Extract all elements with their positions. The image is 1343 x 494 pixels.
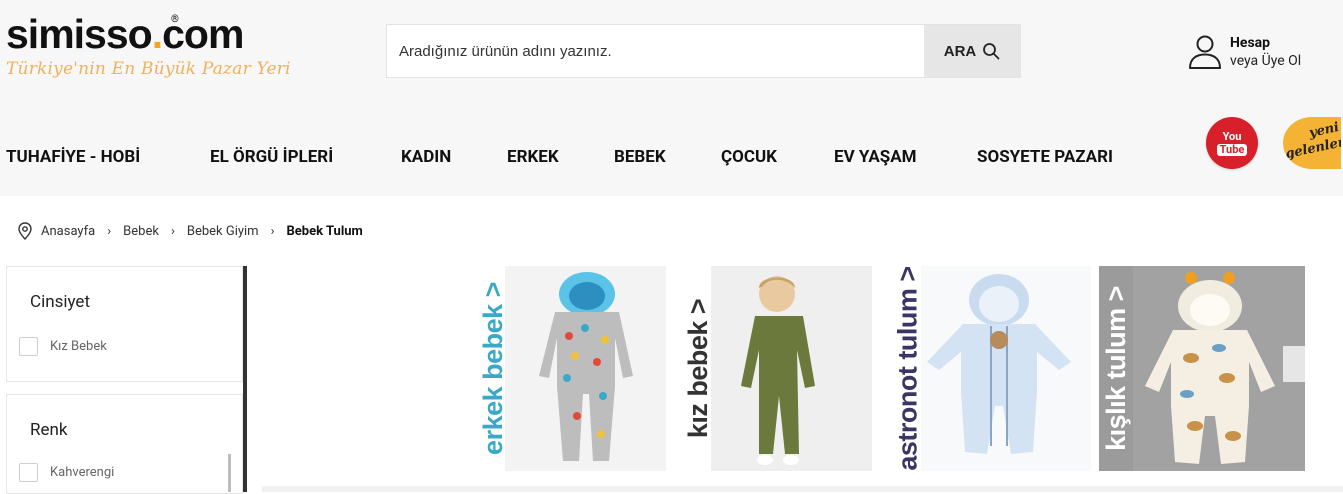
logo-wordmark: simisso.com bbox=[6, 11, 244, 57]
banner-label: erkek bebek > bbox=[478, 282, 508, 455]
filter-color: Renk Kahverengi bbox=[6, 394, 243, 494]
filter-gender: Cinsiyet Kız Bebek bbox=[6, 266, 243, 382]
breadcrumb-anasayfa[interactable]: Anasayfa bbox=[41, 224, 95, 239]
nav-item-tuhafiye-hobi[interactable]: TUHAFİYE - HOBİ bbox=[6, 146, 210, 168]
site-logo[interactable]: simisso.com ® Türkiye'nin En Büyük Pazar… bbox=[6, 12, 291, 79]
breadcrumb: Anasayfa › Bebek › Bebek Giyim › Bebek T… bbox=[18, 222, 363, 240]
banner-erkek-bebek[interactable]: erkek bebek > bbox=[478, 266, 666, 471]
nav-item-erkek[interactable]: ERKEK bbox=[507, 146, 614, 168]
baby-jumpsuit-image bbox=[505, 266, 666, 471]
filter-option-kahverengi[interactable]: Kahverengi bbox=[19, 463, 114, 482]
header: simisso.com ® Türkiye'nin En Büyük Pazar… bbox=[0, 0, 1343, 196]
account-title: Hesap bbox=[1230, 35, 1271, 51]
nav-item-el-orgu-ipleri[interactable]: EL ÖRGÜ İPLERİ bbox=[210, 146, 401, 168]
baby-jumpsuit-image bbox=[1133, 266, 1305, 471]
search-button[interactable]: ARA bbox=[924, 25, 1020, 77]
banner-astronot-tulum[interactable]: astronot tulum > bbox=[893, 266, 1091, 471]
breadcrumb-current: Bebek Tulum bbox=[286, 223, 363, 239]
banner-kiz-bebek[interactable]: kız bebek > bbox=[684, 266, 872, 471]
youtube-text-tube: Tube bbox=[1216, 143, 1248, 156]
search-input[interactable] bbox=[387, 25, 925, 77]
sidebar-scrollbar[interactable] bbox=[243, 266, 247, 492]
checkbox[interactable] bbox=[19, 463, 38, 482]
nav-item-kadin[interactable]: KADIN bbox=[401, 146, 507, 168]
search-button-label: ARA bbox=[943, 42, 977, 60]
banner-label: kız bebek > bbox=[684, 298, 714, 439]
nav-item-cocuk[interactable]: ÇOCUK bbox=[721, 146, 834, 168]
breadcrumb-separator: › bbox=[107, 223, 112, 239]
youtube-text-you: You bbox=[1222, 129, 1242, 143]
breadcrumb-bebek[interactable]: Bebek bbox=[123, 224, 159, 239]
banner-label: astronot tulum > bbox=[893, 266, 923, 471]
checkbox[interactable] bbox=[19, 337, 38, 356]
breadcrumb-separator: › bbox=[170, 223, 175, 239]
register-link[interactable]: veya Üye Ol bbox=[1230, 52, 1301, 70]
filter-title-gender: Cinsiyet bbox=[30, 292, 91, 312]
baby-jumpsuit-image bbox=[921, 266, 1091, 471]
yeni-gelenler-badge[interactable]: yeni gelenler bbox=[1283, 117, 1341, 169]
search-icon bbox=[983, 43, 1000, 60]
filter-option-label: Kız Bebek bbox=[50, 339, 107, 354]
baby-jumpsuit-image bbox=[711, 266, 872, 471]
account-link[interactable]: Hesap veya Üye Ol bbox=[1188, 34, 1301, 70]
breadcrumb-bebek-giyim[interactable]: Bebek Giyim bbox=[187, 224, 259, 239]
banner-label: kışlık tulum > bbox=[1100, 286, 1131, 451]
filter-option-kiz-bebek[interactable]: Kız Bebek bbox=[19, 337, 107, 356]
filter-option-label: Kahverengi bbox=[50, 465, 115, 480]
youtube-icon[interactable]: You Tube bbox=[1206, 117, 1258, 169]
logo-tagline: Türkiye'nin En Büyük Pazar Yeri bbox=[6, 59, 291, 79]
registered-mark: ® bbox=[171, 14, 179, 25]
main-nav: TUHAFİYE - HOBİ EL ÖRGÜ İPLERİ KADIN ERK… bbox=[6, 146, 1147, 168]
filter-scrollbar-thumb[interactable] bbox=[228, 454, 231, 492]
nav-item-bebek[interactable]: BEBEK bbox=[614, 146, 721, 168]
filter-title-color: Renk bbox=[30, 420, 68, 440]
user-icon bbox=[1189, 35, 1221, 69]
nav-item-ev-yasam[interactable]: EV YAŞAM bbox=[834, 146, 977, 168]
banner-kislik-tulum[interactable]: kışlık tulum > bbox=[1099, 266, 1305, 471]
content-divider bbox=[262, 486, 1343, 492]
search-bar: ARA bbox=[386, 24, 1021, 78]
breadcrumb-separator: › bbox=[270, 223, 275, 239]
nav-item-sosyete-pazari[interactable]: SOSYETE PAZARI bbox=[977, 146, 1147, 168]
location-pin-icon bbox=[18, 222, 32, 240]
